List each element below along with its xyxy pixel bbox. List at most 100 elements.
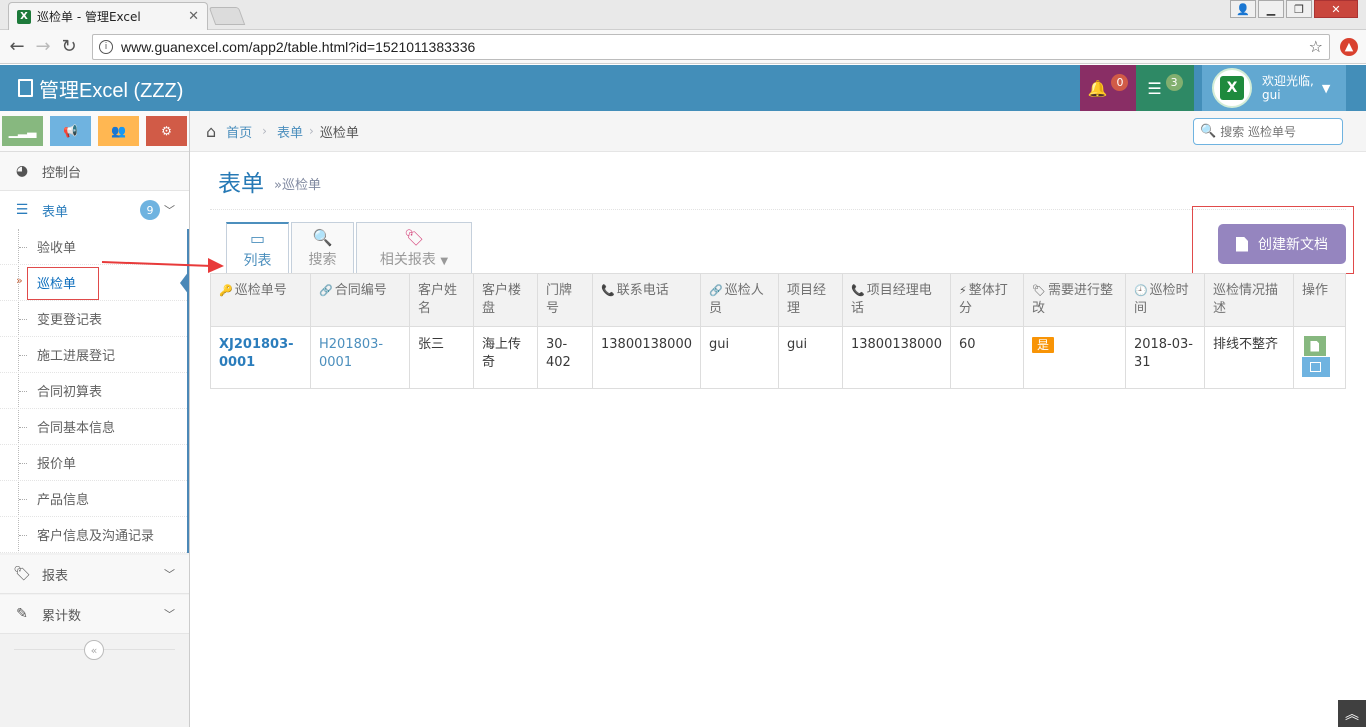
user-icon[interactable]: 👤 [1230, 0, 1256, 18]
sidebar-item-dashboard[interactable]: ◕ 控制台 [0, 152, 189, 191]
window-close-icon[interactable]: ✕ [1314, 0, 1358, 18]
table-cell-actions [1292, 326, 1347, 389]
breadcrumb-current: 巡检单 [319, 125, 359, 141]
col-header[interactable]: ⚡ 整体打分 [949, 273, 1024, 327]
caret-down-icon: ▼ [1321, 81, 1331, 95]
chevron-down-icon: ﹀ [164, 568, 175, 581]
link-icon: 🔗 [319, 284, 333, 297]
tree-dash [19, 427, 27, 428]
data-table: 🔑 巡检单号 🔗 合同编号 客户姓名 客户楼盘 门牌号 📞 联系电话 🔗 巡检人员 项目… [210, 273, 1347, 389]
search-input[interactable] [1220, 124, 1341, 139]
search-box: 🔍 [1193, 118, 1343, 145]
forward-icon[interactable]: → [30, 36, 56, 57]
col-header[interactable]: 项目经理 [777, 273, 843, 327]
close-tab-icon[interactable]: ✕ [188, 9, 199, 24]
double-angle-left-icon[interactable]: « [84, 640, 104, 660]
col-header[interactable]: 门牌号 [537, 273, 593, 327]
inbox-icon: ▭ [249, 229, 266, 248]
signal-icon[interactable]: ▁▂▃ [2, 116, 43, 146]
table-cell: 海上传奇 [473, 326, 538, 389]
tasks-button[interactable]: ☰ 3 [1136, 65, 1194, 111]
submenu-item[interactable]: 产品信息 [0, 481, 187, 517]
edit-icon: ✎ [16, 606, 28, 622]
clock-icon: 🕘 [1133, 284, 1148, 297]
submenu-item[interactable]: 合同基本信息 [0, 409, 187, 445]
table-cell: 排线不整齐 [1203, 326, 1294, 389]
user-menu[interactable]: X 欢迎光临, gui ▼ [1202, 65, 1346, 111]
table-cell: H201803-0001 [310, 326, 410, 389]
sidebar-shortcuts: ▁▂▃ 📢 👥 ⚙ [0, 111, 189, 152]
brand[interactable]: 管理Excel (ZZZ) [18, 65, 183, 111]
file-icon [1310, 340, 1320, 352]
url-field[interactable]: i www.guanexcel.com/app2/table.html?id=1… [92, 33, 1330, 60]
tasks-icon: ☰ [1147, 78, 1162, 98]
col-header[interactable]: 📞 项目经理电话 [841, 273, 951, 327]
tab-label: 搜索 [308, 252, 337, 268]
tree-dash [19, 535, 27, 536]
maximize-icon[interactable]: ❐ [1286, 0, 1312, 18]
contract-code-link[interactable]: H201803-0001 [319, 337, 383, 370]
sidebar-item-forms[interactable]: ☰ 表单 9 ﹀ [0, 191, 189, 230]
bullhorn-icon[interactable]: 📢 [50, 116, 91, 146]
col-header-label: 合同编号 [334, 283, 387, 298]
breadcrumb-home[interactable]: 首页 [226, 122, 252, 141]
info-icon[interactable]: i [99, 39, 113, 54]
tab-search[interactable]: 🔍 搜索 [291, 222, 354, 274]
sidebar-item-label: 控制台 [42, 165, 82, 181]
phone-icon: 📞 [850, 284, 865, 297]
search-icon: 🔍 [1200, 124, 1217, 139]
view-button[interactable] [1303, 336, 1326, 356]
inspection-code-link[interactable]: XJ201803-0001 [219, 337, 294, 370]
submenu-item[interactable]: 变更登记表 [0, 301, 187, 337]
browser-tab[interactable]: X 巡检单 - 管理Excel ✕ [8, 2, 208, 30]
file-icon [1236, 236, 1248, 252]
sidebar-item-accumulate[interactable]: ✎ 累计数 ﹀ [0, 595, 189, 634]
breadcrumb-forms[interactable]: 表单 [277, 122, 303, 141]
home-icon[interactable]: ⌂ [206, 122, 216, 141]
reload-icon[interactable]: ↻ [56, 36, 82, 57]
tab-related-reports[interactable]: 🏷 相关报表 ▼ [356, 222, 472, 274]
col-header-label: 巡检单号 [234, 283, 287, 298]
tree-dash [19, 355, 27, 356]
tree-dash [19, 463, 27, 464]
notifications-button[interactable]: 🔔 0 [1080, 65, 1136, 111]
list-icon: ☰ [15, 202, 29, 218]
sidebar-item-label: 累计数 [42, 608, 82, 624]
submenu-item[interactable]: 客户信息及沟通记录 [0, 517, 187, 553]
create-document-button[interactable]: 创建新文档 [1218, 224, 1346, 264]
phone-icon: 📞 [601, 284, 615, 297]
submenu-item-label: 变更登记表 [37, 313, 103, 328]
tab-list[interactable]: ▭ 列表 [226, 222, 289, 275]
cogs-icon[interactable]: ⚙ [146, 116, 187, 146]
col-header[interactable]: 🔗 合同编号 [310, 273, 410, 327]
table-cell: gui [777, 326, 843, 389]
col-header[interactable]: 客户姓名 [409, 273, 474, 327]
bookmark-star-icon[interactable]: ☆ [1309, 37, 1323, 56]
extension-icon[interactable]: ▲ [1340, 37, 1358, 56]
col-header[interactable]: 🕘 巡检时间 [1124, 273, 1205, 327]
sidebar-item-reports[interactable]: 🏷 报表 ﹀ [0, 555, 189, 594]
col-header-label: 联系电话 [616, 283, 669, 298]
sidebar: ▁▂▃ 📢 👥 ⚙ ◕ 控制台 ☰ 表单 9 ﹀ 验收单 » 巡检单 变更登记表 … [0, 111, 190, 727]
back-icon[interactable]: ← [4, 36, 30, 57]
minimize-icon[interactable]: ▁ [1258, 0, 1284, 18]
col-header[interactable]: 巡检情况描述 [1203, 273, 1294, 327]
users-icon[interactable]: 👥 [98, 116, 139, 146]
edit-button[interactable] [1301, 357, 1330, 377]
col-header[interactable]: 📞 联系电话 [592, 273, 701, 327]
submenu-item[interactable]: 合同初算表 [0, 373, 187, 409]
submenu-item[interactable]: 施工进展登记 [0, 337, 187, 373]
tab-label-text: 相关报表 [379, 252, 436, 268]
submenu-item-label: 合同基本信息 [37, 421, 116, 436]
scroll-to-top-icon[interactable]: ︽ [1338, 700, 1366, 727]
col-header-label: 客户姓名 [418, 283, 458, 316]
submenu-item[interactable]: 报价单 [0, 445, 187, 481]
col-header[interactable]: 客户楼盘 [473, 273, 538, 327]
new-tab-button[interactable] [208, 7, 246, 25]
col-header[interactable]: 🏷 需要进行整改 [1022, 273, 1126, 327]
col-header[interactable]: 🔗 巡检人员 [699, 273, 779, 327]
welcome-text: 欢迎光临, [1262, 74, 1314, 88]
table-cell: 30-402 [537, 326, 593, 389]
submenu-item-label: 合同初算表 [37, 385, 103, 400]
submenu-item-label: 报价单 [37, 457, 77, 472]
